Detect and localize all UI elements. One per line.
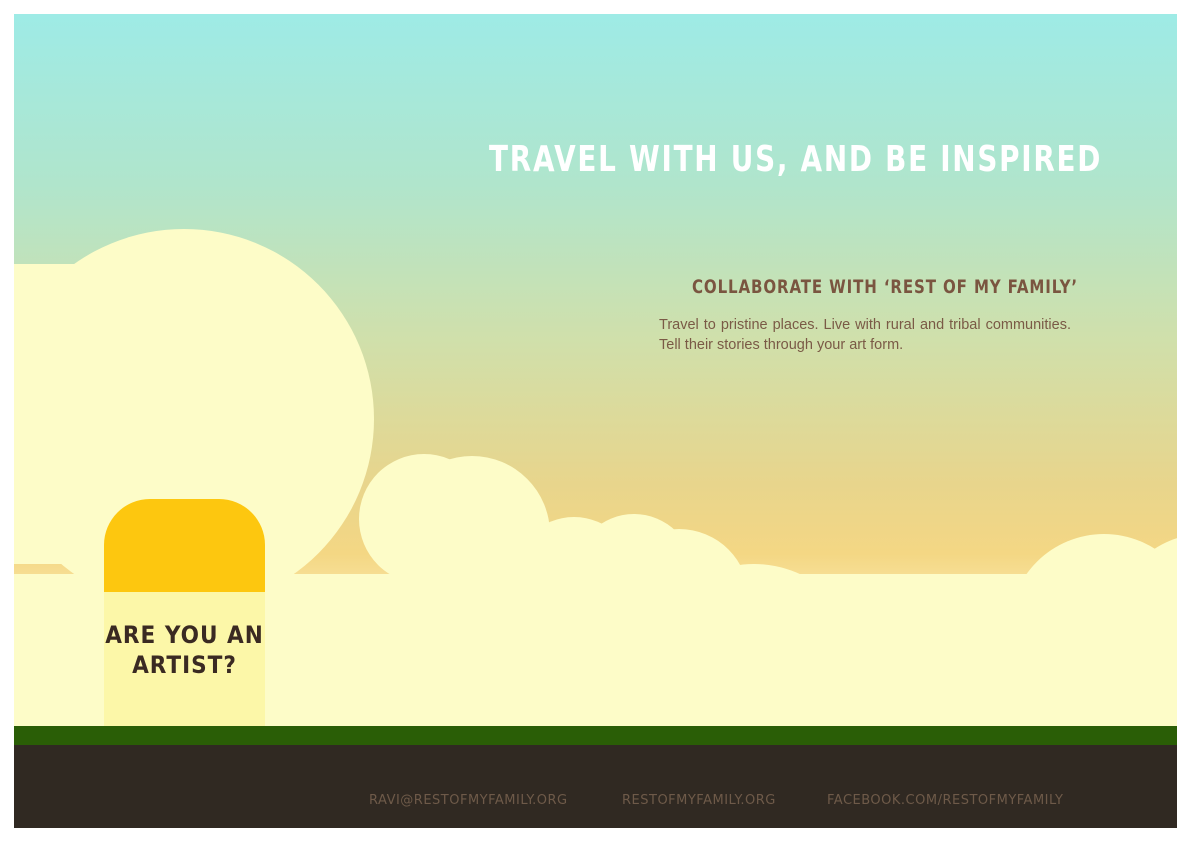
milestone-cap	[104, 499, 265, 592]
grass-strip	[14, 726, 1177, 745]
collaborate-heading: COLLABORATE WITH ‘REST OF MY FAMILY’	[691, 276, 1078, 298]
milestone-sign: ARE YOU AN ARTIST?	[104, 499, 265, 726]
milestone-question: ARE YOU AN ARTIST?	[104, 620, 265, 680]
collaborate-description: Travel to pristine places. Live with rur…	[659, 317, 1071, 353]
headline: TRAVEL WITH US, AND BE INSPIRED	[489, 139, 1103, 180]
milestone-line-2: ARTIST?	[132, 651, 237, 679]
website-link[interactable]: RESTOFMYFAMILY.ORG	[622, 793, 776, 808]
milestone-line-1: ARE YOU AN	[105, 621, 264, 649]
facebook-link[interactable]: FACEBOOK.COM/RESTOFMYFAMILY	[827, 793, 1063, 808]
email-link[interactable]: RAVI@RESTOFMYFAMILY.ORG	[369, 793, 568, 808]
milestone-base: ARE YOU AN ARTIST?	[104, 592, 265, 726]
poster-frame: TRAVEL WITH US, AND BE INSPIRED COLLABOR…	[14, 14, 1177, 828]
road-footer	[14, 745, 1177, 828]
